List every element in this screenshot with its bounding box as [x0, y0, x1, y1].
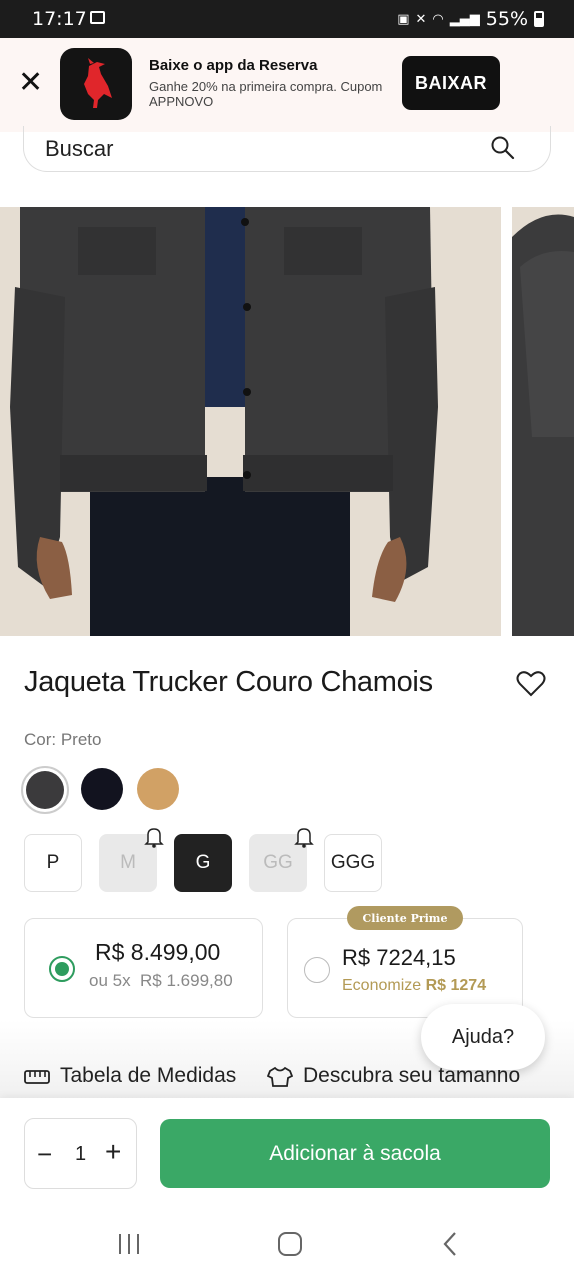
- cliente-prime-badge: Cliente Prime: [347, 906, 463, 930]
- prime-price: R$ 7224,15: [342, 945, 456, 970]
- nfc-icon: ▣: [397, 11, 410, 27]
- help-chat-button[interactable]: Ajuda?: [421, 1004, 545, 1070]
- color-swatch-preto[interactable]: [21, 766, 69, 814]
- reserva-app-icon: [60, 48, 132, 120]
- mute-icon: ✕: [415, 11, 427, 27]
- price-option-regular[interactable]: R$ 8.499,00 ou 5x R$ 1.699,80: [24, 918, 263, 1018]
- size-p[interactable]: P: [24, 834, 82, 892]
- add-to-cart-bar: − 1 + Adicionar à sacola: [0, 1098, 574, 1210]
- close-icon[interactable]: ✕: [18, 68, 43, 98]
- banner-subtitle: Ganhe 20% na primeira compra. Cupom APPN…: [149, 79, 383, 109]
- search-icon[interactable]: [490, 135, 516, 161]
- system-nav-bar: [0, 1210, 574, 1280]
- color-swatch-navy[interactable]: [81, 768, 123, 810]
- product-image-next[interactable]: [512, 207, 574, 636]
- size-ggg[interactable]: GGG: [324, 834, 382, 892]
- regular-price: R$ 8.499,00: [95, 939, 221, 965]
- signal-icon: ▂▄▆: [449, 11, 480, 27]
- battery-icon: [534, 11, 544, 27]
- decrease-quantity-button[interactable]: −: [37, 1141, 52, 1167]
- prime-savings: Economize R$ 1274: [342, 977, 487, 994]
- status-icons: ▣ ✕ ◠ ▂▄▆ 55%: [397, 8, 544, 30]
- color-swatch-caramel[interactable]: [137, 768, 179, 810]
- radio-regular[interactable]: [49, 956, 75, 982]
- status-bar: 17:17 ▣ ✕ ◠ ▂▄▆ 55%: [0, 0, 574, 38]
- add-to-bag-button[interactable]: Adicionar à sacola: [160, 1119, 550, 1188]
- recents-icon[interactable]: [117, 1232, 141, 1256]
- price-option-prime[interactable]: R$ 7224,15 Economize R$ 1274: [287, 918, 523, 1018]
- gallery-notification-icon: [90, 11, 105, 24]
- search-placeholder: Buscar: [45, 136, 114, 161]
- color-label: Cor: Preto: [24, 730, 102, 749]
- radio-prime[interactable]: [304, 957, 330, 983]
- wifi-icon: ◠: [432, 11, 444, 27]
- quantity-value: 1: [75, 1143, 87, 1165]
- ruler-icon: [24, 1070, 50, 1084]
- back-icon[interactable]: [441, 1231, 459, 1257]
- home-icon[interactable]: [277, 1231, 303, 1257]
- increase-quantity-button[interactable]: +: [105, 1138, 121, 1166]
- search-input[interactable]: Buscar: [23, 126, 551, 172]
- download-app-button[interactable]: BAIXAR: [402, 56, 500, 110]
- shirt-icon: [267, 1066, 293, 1087]
- product-title: Jaqueta Trucker Couro Chamois: [24, 666, 433, 698]
- banner-title: Baixe o app da Reserva: [149, 57, 318, 74]
- app-download-banner: ✕ Baixe o app da Reserva Ganhe 20% na pr…: [0, 38, 574, 132]
- product-image[interactable]: [0, 207, 501, 636]
- installments: ou 5x R$ 1.699,80: [89, 971, 233, 990]
- status-time: 17:17: [32, 8, 87, 30]
- size-g[interactable]: G: [174, 834, 232, 892]
- notify-bell-icon[interactable]: [294, 826, 314, 848]
- quantity-stepper: − 1 +: [24, 1118, 137, 1189]
- battery-percent: 55%: [485, 8, 528, 30]
- notify-bell-icon[interactable]: [144, 826, 164, 848]
- favorite-heart-icon[interactable]: [516, 670, 546, 698]
